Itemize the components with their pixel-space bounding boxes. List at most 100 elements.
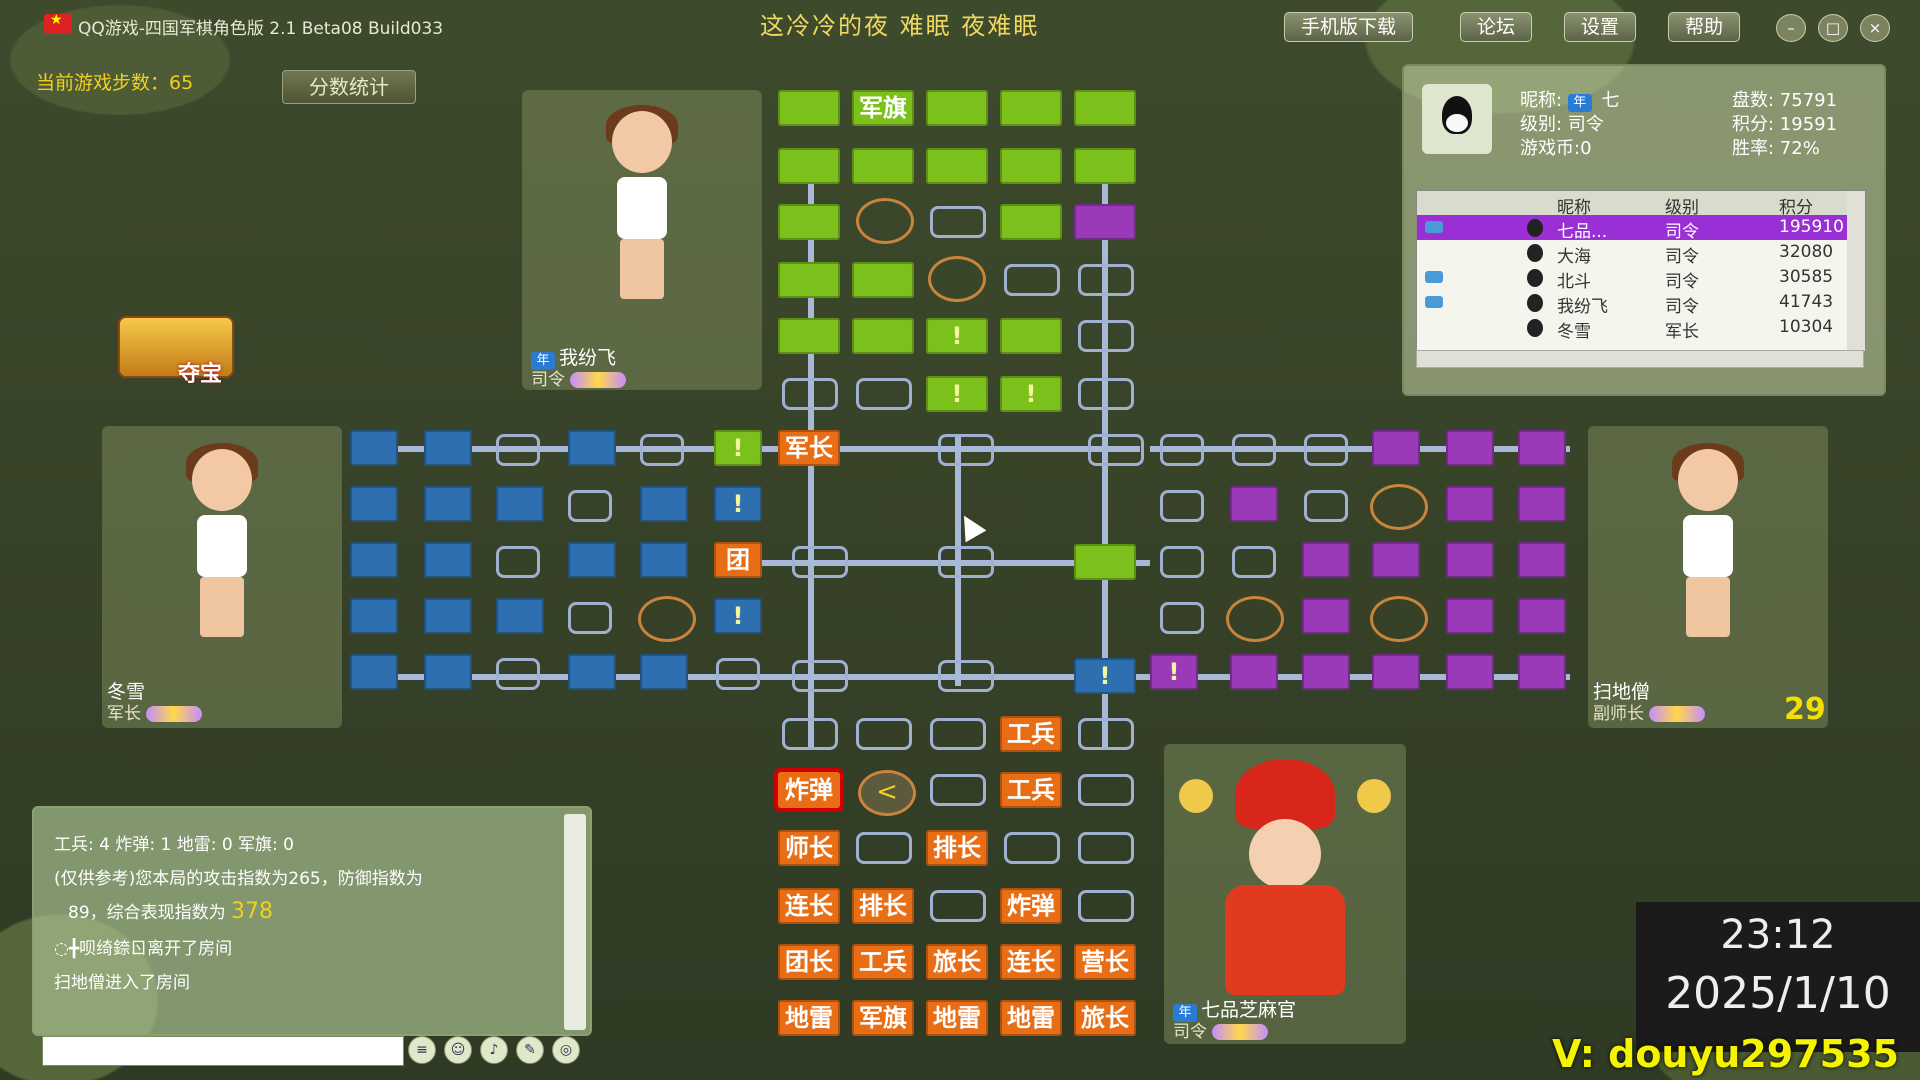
chat-scrollbar[interactable] xyxy=(564,814,586,1030)
board-slot[interactable] xyxy=(1078,264,1134,296)
player-list-hscrollbar[interactable] xyxy=(1416,350,1864,368)
board-piece-right[interactable] xyxy=(1446,542,1494,578)
own-piece[interactable]: 工兵 xyxy=(1000,716,1062,752)
own-piece[interactable]: 团长 xyxy=(778,944,840,980)
board-slot[interactable] xyxy=(938,660,994,692)
board-slot[interactable] xyxy=(856,378,912,410)
board-piece-right[interactable] xyxy=(1518,654,1566,690)
board-piece-purple[interactable] xyxy=(1074,204,1136,240)
speaker-icon[interactable]: ♪ xyxy=(480,1036,508,1064)
emoji-icon[interactable]: ☺ xyxy=(444,1036,472,1064)
board-slot[interactable] xyxy=(1078,832,1134,864)
board-piece-top[interactable] xyxy=(926,148,988,184)
player-list-row[interactable]: 冬雪 军长 10304 xyxy=(1417,315,1865,342)
own-piece[interactable]: 地雷 xyxy=(778,1000,840,1036)
own-piece[interactable]: 地雷 xyxy=(1000,1000,1062,1036)
board-slot[interactable] xyxy=(1078,378,1134,410)
board-piece-top[interactable] xyxy=(852,148,914,184)
board-slot[interactable] xyxy=(1004,264,1060,296)
board-piece-left[interactable] xyxy=(640,486,688,522)
board-piece-top[interactable] xyxy=(778,262,840,298)
board-piece-top[interactable] xyxy=(778,148,840,184)
board-camp[interactable] xyxy=(638,596,696,642)
wrench-icon[interactable]: ✎ xyxy=(516,1036,544,1064)
board-piece-left[interactable] xyxy=(350,542,398,578)
board-piece-hidden[interactable]: ! xyxy=(1150,654,1198,690)
board-piece-right[interactable] xyxy=(1446,598,1494,634)
board-piece-left[interactable] xyxy=(350,486,398,522)
own-piece[interactable]: 工兵 xyxy=(1000,772,1062,808)
board-slot[interactable] xyxy=(1078,774,1134,806)
board-slot[interactable] xyxy=(1078,320,1134,352)
board-slot[interactable] xyxy=(1078,718,1134,750)
top-flag-piece[interactable]: 军旗 xyxy=(852,90,914,126)
board-piece-right[interactable] xyxy=(1446,486,1494,522)
board-piece-hidden[interactable]: ! xyxy=(714,486,762,522)
board-piece-left[interactable] xyxy=(424,654,472,690)
board-camp[interactable] xyxy=(1370,596,1428,642)
own-piece[interactable]: 师长 xyxy=(778,830,840,866)
board-piece-left[interactable] xyxy=(496,598,544,634)
board-piece-hidden[interactable]: ! xyxy=(1000,376,1062,412)
board-piece-right[interactable] xyxy=(1446,654,1494,690)
board-slot[interactable] xyxy=(856,718,912,750)
board-piece-top[interactable] xyxy=(852,262,914,298)
board-slot[interactable] xyxy=(1160,434,1204,466)
own-piece[interactable]: 连长 xyxy=(1000,944,1062,980)
board-slot[interactable] xyxy=(1004,832,1060,864)
player-list-row[interactable]: 七品... 司令 195910 xyxy=(1417,215,1865,242)
own-piece[interactable]: 连长 xyxy=(778,888,840,924)
board-piece-top[interactable] xyxy=(1074,148,1136,184)
board-piece-hidden[interactable]: ! xyxy=(714,598,762,634)
board-piece-right[interactable] xyxy=(1230,654,1278,690)
board-slot[interactable] xyxy=(938,546,994,578)
board-slot[interactable] xyxy=(1304,434,1348,466)
board-piece-right[interactable] xyxy=(1518,430,1566,466)
board-slot[interactable] xyxy=(1232,546,1276,578)
globe-icon[interactable]: ◎ xyxy=(552,1036,580,1064)
board-slot[interactable] xyxy=(782,718,838,750)
board-slot[interactable] xyxy=(568,490,612,522)
board-piece-left[interactable] xyxy=(350,654,398,690)
board-piece-top[interactable] xyxy=(1074,544,1136,580)
board-piece-left[interactable] xyxy=(424,598,472,634)
board-piece-hidden[interactable]: ! xyxy=(926,376,988,412)
board-slot[interactable] xyxy=(792,546,848,578)
board-piece-top[interactable] xyxy=(852,318,914,354)
board-piece-left[interactable] xyxy=(424,542,472,578)
board-slot[interactable] xyxy=(568,602,612,634)
board-piece-right[interactable] xyxy=(1518,486,1566,522)
board-piece-left[interactable] xyxy=(640,654,688,690)
board-camp[interactable] xyxy=(928,256,986,302)
board-piece-top[interactable] xyxy=(1000,204,1062,240)
own-piece[interactable]: 炸弹 xyxy=(1000,888,1062,924)
own-piece[interactable]: 旅长 xyxy=(926,944,988,980)
own-piece[interactable]: 地雷 xyxy=(926,1000,988,1036)
board-piece-hidden[interactable]: ! xyxy=(926,318,988,354)
board-piece-right[interactable] xyxy=(1518,598,1566,634)
board-slot[interactable] xyxy=(1160,602,1204,634)
board-slot[interactable] xyxy=(1160,490,1204,522)
board-piece-right[interactable] xyxy=(1230,486,1278,522)
board-slot[interactable] xyxy=(496,434,540,466)
board-piece-commander[interactable]: 军长 xyxy=(778,430,840,466)
board-slot[interactable] xyxy=(856,832,912,864)
board-piece-right[interactable] xyxy=(1518,542,1566,578)
board-piece-top[interactable] xyxy=(1000,148,1062,184)
board-piece-left[interactable] xyxy=(350,430,398,466)
own-piece[interactable]: 排长 xyxy=(852,888,914,924)
board-piece-top[interactable] xyxy=(1000,90,1062,126)
board-slot[interactable] xyxy=(1078,890,1134,922)
board-slot[interactable] xyxy=(938,434,994,466)
own-piece[interactable]: 旅长 xyxy=(1074,1000,1136,1036)
board-slot[interactable] xyxy=(1232,434,1276,466)
board-piece-left[interactable] xyxy=(424,486,472,522)
board-piece-right[interactable] xyxy=(1372,542,1420,578)
board-piece-right[interactable] xyxy=(1302,542,1350,578)
board-slot[interactable] xyxy=(930,774,986,806)
board-piece-top[interactable] xyxy=(778,90,840,126)
board-slot[interactable] xyxy=(1088,434,1144,466)
board-slot[interactable] xyxy=(930,890,986,922)
board-slot[interactable] xyxy=(782,378,838,410)
board-piece-left[interactable] xyxy=(640,542,688,578)
